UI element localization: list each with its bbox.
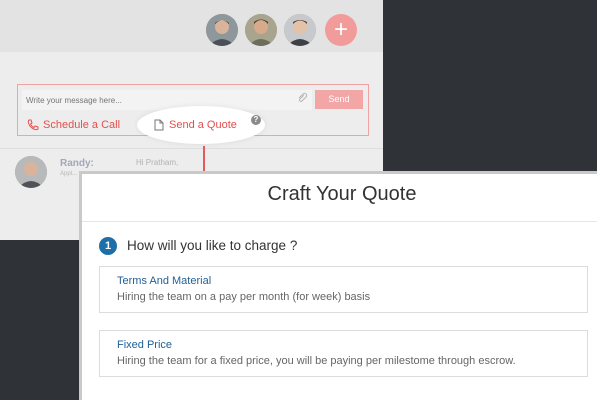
person-avatar-icon	[245, 14, 277, 46]
send-quote-button[interactable]: Send a Quote	[153, 119, 237, 131]
phone-icon	[27, 119, 39, 131]
message-preview: Hi Pratham,	[136, 158, 179, 167]
person-avatar-icon	[284, 14, 316, 46]
sender-name: Randy:	[60, 158, 94, 169]
person-avatar-icon	[15, 156, 47, 188]
option-title: Fixed Price	[117, 339, 173, 351]
team-avatar[interactable]	[206, 14, 238, 46]
modal-title: Craft Your Quote	[267, 183, 417, 205]
schedule-call-label: Schedule a Call	[43, 119, 121, 131]
document-icon	[153, 119, 165, 131]
option-terms-and-material[interactable]: Terms And Material Hiring the team on a …	[99, 266, 588, 313]
paperclip-icon[interactable]	[296, 92, 310, 106]
option-description: Hiring the team on a pay per month (for …	[117, 291, 371, 303]
craft-quote-modal: Craft Your Quote 1 How will you like to …	[79, 171, 597, 400]
person-avatar-icon	[206, 14, 238, 46]
option-fixed-price[interactable]: Fixed Price Hiring the team for a fixed …	[99, 330, 588, 377]
chat-divider	[0, 148, 383, 149]
schedule-call-button[interactable]: Schedule a Call	[27, 119, 120, 131]
charge-question: How will you like to charge ?	[127, 238, 298, 253]
team-avatar[interactable]	[245, 14, 277, 46]
sender-subtitle: Appl...	[60, 171, 78, 177]
send-button[interactable]: Send	[315, 90, 363, 109]
team-avatar[interactable]	[284, 14, 316, 46]
question-icon[interactable]: ?	[251, 115, 261, 125]
modal-divider	[82, 221, 597, 222]
sender-avatar	[15, 156, 47, 188]
message-input[interactable]	[22, 90, 312, 110]
option-title: Terms And Material	[117, 275, 212, 287]
option-description: Hiring the team for a fixed price, you w…	[117, 355, 516, 367]
step-number-badge: 1	[99, 237, 117, 255]
send-quote-label: Send a Quote	[169, 119, 237, 131]
add-member-button[interactable]: +	[325, 14, 357, 46]
